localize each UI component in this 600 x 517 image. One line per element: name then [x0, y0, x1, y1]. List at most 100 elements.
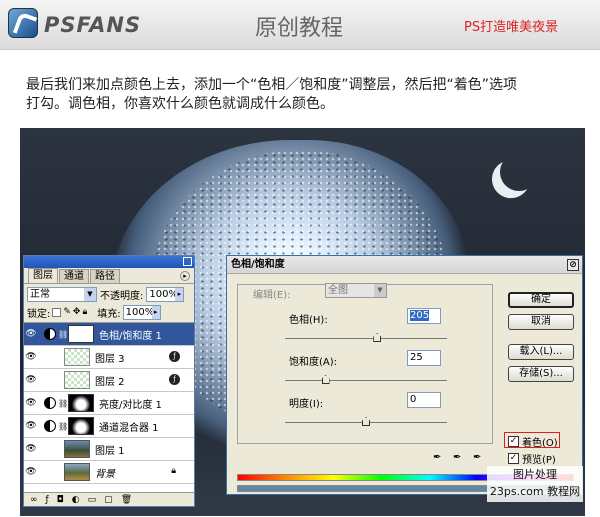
chevron-down-icon: ▼: [374, 284, 386, 297]
hue-slider-track[interactable]: [285, 338, 447, 339]
preview-checkbox[interactable]: ✓: [508, 453, 519, 464]
layer-name: 图层 3: [95, 353, 125, 365]
blend-opacity-row: 正常 ▼ 不透明度: 100% ▸: [24, 284, 194, 304]
layer-row-layer-3[interactable]: 👁︎ 图层 3 ƒ: [24, 346, 194, 369]
layer-row-brightness-contrast[interactable]: 👁︎ ⛓︎ 亮度/对比度 1: [24, 392, 194, 415]
close-icon[interactable]: ⊘: [567, 259, 579, 271]
layer-mask-thumbnail[interactable]: [68, 394, 94, 412]
layer-thumbnail: [64, 440, 90, 458]
fill-label: 填充:: [97, 308, 121, 320]
colorize-option[interactable]: ✓ 着色(O): [508, 434, 558, 449]
fill-input[interactable]: 100% ▸: [122, 304, 161, 320]
edit-label: 编辑(E):: [253, 290, 291, 301]
lock-all-icon[interactable]: 🔒︎: [82, 307, 87, 317]
layer-thumbnail: [64, 348, 90, 366]
lightness-input[interactable]: 0: [407, 392, 441, 408]
saturation-label: 饱和度(A):: [289, 357, 338, 368]
watermark-line-1: 图片处理: [513, 468, 557, 481]
adjustment-layer-icon: [44, 420, 56, 432]
saturation-value: 25: [410, 352, 423, 363]
tab-channels[interactable]: 通道: [59, 269, 89, 283]
layer-row-layer-2[interactable]: 👁︎ 图层 2 ƒ: [24, 369, 194, 392]
new-group-icon[interactable]: ▭: [88, 495, 97, 505]
layer-name: 亮度/对比度 1: [99, 399, 162, 411]
layer-list: 👁︎ ⛓︎ 色相/饱和度 1 👁︎ 图层 3 ƒ 👁︎ 图层 2 ƒ 👁︎ ⛓︎…: [24, 322, 194, 492]
eyedropper-minus-icon[interactable]: ✒: [473, 452, 487, 466]
layer-effects-icon[interactable]: ƒ: [169, 351, 180, 362]
eye-icon[interactable]: 👁︎: [24, 329, 38, 339]
link-icon[interactable]: ⛓︎: [58, 422, 68, 431]
lock-transparency-checkbox[interactable]: [52, 307, 62, 317]
hue-label: 色相(H):: [289, 315, 328, 326]
lock-move-icon[interactable]: ✥: [73, 307, 81, 317]
layers-panel: 图层 通道 路径 ▸ 正常 ▼ 不透明度: 100% ▸ 锁定: ✎ ✥ 🔒︎ …: [23, 255, 195, 507]
psfans-logo-icon: [8, 8, 38, 38]
layer-name: 背景: [95, 468, 115, 480]
tab-layers[interactable]: 图层: [28, 268, 58, 283]
blend-mode-select[interactable]: 正常 ▼: [27, 286, 97, 302]
layers-tabs: 图层 通道 路径 ▸: [24, 268, 194, 284]
panel-menu-icon[interactable]: ▸: [180, 271, 190, 281]
new-adjustment-icon[interactable]: ◐: [72, 495, 80, 505]
eyedropper-icon[interactable]: ✒: [433, 452, 447, 466]
lock-paint-icon[interactable]: ✎: [63, 307, 71, 317]
link-icon[interactable]: ⛓︎: [58, 330, 68, 339]
hue-input[interactable]: 205: [407, 308, 441, 324]
lightness-label: 明度(I):: [289, 399, 324, 410]
watermark-line-2: 23ps.com 教程网: [489, 485, 581, 498]
layer-mask-thumbnail[interactable]: [68, 417, 94, 435]
eye-icon[interactable]: 👁︎: [24, 352, 38, 362]
eyedropper-plus-icon[interactable]: ✒: [453, 452, 467, 466]
layer-row-layer-1[interactable]: 👁︎ 图层 1: [24, 438, 194, 461]
save-button[interactable]: 存储(S)...: [508, 366, 574, 382]
cancel-button[interactable]: 取消: [508, 314, 574, 330]
link-icon[interactable]: ⛓︎: [58, 399, 68, 408]
blend-mode-value: 正常: [30, 288, 50, 300]
adjustment-layer-icon: [44, 397, 56, 409]
layers-panel-titlebar[interactable]: [24, 256, 194, 268]
eye-icon[interactable]: 👁︎: [24, 398, 38, 408]
fill-value: 100%: [125, 306, 155, 318]
page-title: 原创教程: [255, 16, 344, 41]
layer-thumbnail: [64, 463, 90, 481]
saturation-input[interactable]: 25: [407, 350, 441, 366]
chevron-right-icon: ▸: [175, 287, 184, 301]
edit-range-value: 全图: [328, 285, 348, 296]
lock-label: 锁定:: [27, 308, 51, 320]
layer-row-background[interactable]: 👁︎ 背景 🔒︎: [24, 461, 194, 484]
eye-icon[interactable]: 👁︎: [24, 375, 38, 385]
layer-row-hue-saturation[interactable]: 👁︎ ⛓︎ 色相/饱和度 1: [24, 323, 194, 346]
layer-style-icon[interactable]: ƒ: [46, 495, 49, 505]
lock-fill-row: 锁定: ✎ ✥ 🔒︎ 填充: 100% ▸: [24, 304, 194, 320]
intro-line-1: 最后我们来加点颜色上去，添加一个“色相／饱和度”调整层，然后把“着色”选项: [26, 77, 518, 93]
chevron-down-icon: ▼: [84, 287, 96, 301]
preview-option[interactable]: ✓ 预览(P): [508, 451, 556, 466]
new-layer-icon[interactable]: ▢: [104, 495, 113, 505]
opacity-input[interactable]: 100% ▸: [146, 286, 185, 302]
ok-button[interactable]: 确定: [508, 292, 574, 308]
add-mask-icon[interactable]: ◘: [57, 495, 64, 505]
dialog-titlebar[interactable]: 色相/饱和度 ⊘: [227, 256, 582, 274]
layer-mask-thumbnail[interactable]: [68, 325, 94, 343]
colorize-checkbox[interactable]: ✓: [508, 436, 519, 447]
eye-icon[interactable]: 👁︎: [24, 444, 38, 454]
edit-range-select[interactable]: 全图 ▼: [325, 283, 387, 298]
watermark: 图片处理 23ps.com 教程网: [487, 466, 583, 502]
link-layers-icon[interactable]: ∞: [30, 495, 38, 505]
tutorial-tagline: PS打造唯美夜景: [464, 20, 559, 35]
saturation-slider-track[interactable]: [285, 380, 447, 381]
layer-effects-icon[interactable]: ƒ: [169, 374, 180, 385]
tab-paths[interactable]: 路径: [90, 269, 120, 283]
preview-label: 预览(P): [522, 455, 556, 466]
opacity-value: 100%: [149, 288, 178, 300]
layer-name: 图层 2: [95, 376, 125, 388]
intro-line-2: 打勾。调色相，你喜欢什么颜色就调成什么颜色。: [26, 96, 334, 112]
lock-icon: 🔒︎: [171, 466, 176, 476]
layer-row-channel-mixer[interactable]: 👁︎ ⛓︎ 通道混合器 1: [24, 415, 194, 438]
load-button[interactable]: 载入(L)...: [508, 344, 574, 360]
eye-icon[interactable]: 👁︎: [24, 421, 38, 431]
close-icon[interactable]: [183, 257, 192, 266]
trash-icon[interactable]: 🗑︎: [121, 495, 132, 505]
dialog-title: 色相/饱和度: [231, 259, 285, 270]
eye-icon[interactable]: 👁︎: [24, 467, 38, 477]
